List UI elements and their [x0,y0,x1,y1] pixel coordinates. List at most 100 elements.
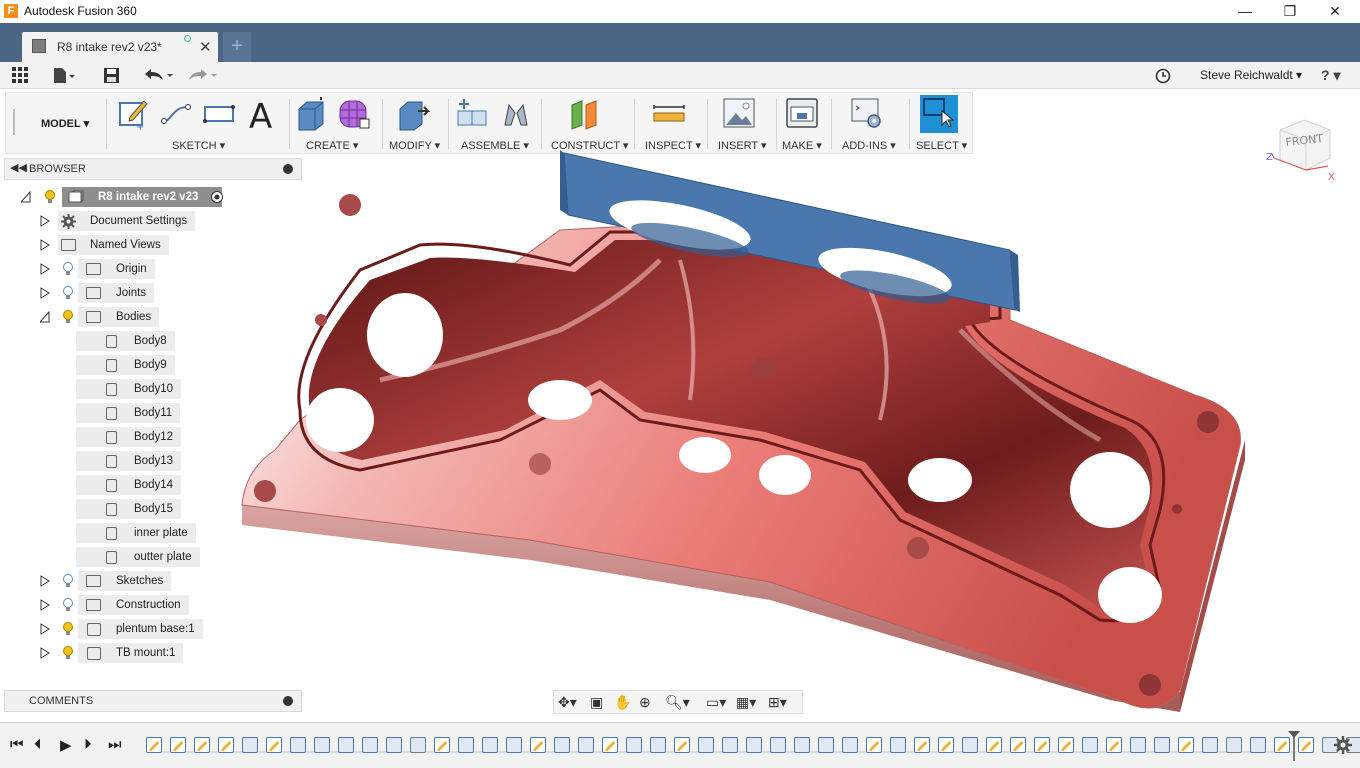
tree-item-body13[interactable]: Body13 [76,451,216,471]
display-settings-icon[interactable]: ▭▾ [706,694,726,711]
timeline-extrude-feature-icon[interactable] [1202,737,1218,753]
3d-print-icon[interactable] [785,97,819,131]
data-panel-grid-icon[interactable] [12,67,29,84]
activate-radio-icon[interactable] [210,190,224,204]
measure-icon[interactable] [652,97,686,131]
tree-item-document-settings[interactable]: Document Settings [38,211,198,231]
timeline-joint-feature-icon[interactable] [1226,737,1242,753]
timeline-extrude-feature-icon[interactable] [722,737,738,753]
tree-item-construction[interactable]: Construction [38,595,198,615]
timeline-box-feature-icon[interactable] [1154,737,1170,753]
scripts-add-ins-icon[interactable] [850,97,884,131]
text-icon[interactable]: A [246,97,280,131]
tree-item-body10[interactable]: Body10 [76,379,216,399]
browser-minimize-icon[interactable] [283,164,293,174]
user-account-menu[interactable]: Steve Reichwaldt ▾ [1200,68,1302,82]
timeline-extrude-feature-icon[interactable] [242,737,258,753]
timeline-shell-feature-icon[interactable] [386,737,402,753]
tree-item-sketches[interactable]: Sketches [38,571,198,591]
create-sketch-icon[interactable]: + [116,97,150,131]
timeline-extrude-feature-icon[interactable] [626,737,642,753]
rectangle-icon[interactable] [202,97,236,131]
timeline-sketch-feature-icon[interactable] [170,737,186,753]
timeline-marker-icon[interactable] [1288,731,1300,761]
timeline-sketch-feature-icon[interactable] [866,737,882,753]
orbit-icon[interactable]: ✥▾ [558,694,577,711]
visibility-bulb-icon[interactable] [63,262,73,276]
timeline-move-feature-icon[interactable] [458,737,474,753]
pan-hand-icon[interactable]: ✋ [614,694,631,711]
timeline-loft-feature-icon[interactable] [650,737,666,753]
timeline-sketch-feature-icon[interactable] [674,737,690,753]
minimize-button[interactable]: — [1222,2,1268,22]
timeline-sketch-feature-icon[interactable] [1298,737,1314,753]
model-viewport[interactable] [230,150,1260,720]
timeline-sweep-feature-icon[interactable] [794,737,810,753]
timeline-sketch-feature-icon[interactable] [218,737,234,753]
timeline-joint-feature-icon[interactable] [410,737,426,753]
tree-item-plentum-base[interactable]: plentum base:1 [38,619,218,639]
undo-icon[interactable] [143,68,175,83]
job-status-clock-icon[interactable] [1155,68,1171,84]
redo-icon[interactable] [187,68,219,83]
close-window-button[interactable]: ✕ [1312,2,1358,22]
press-pull-icon[interactable] [396,97,430,131]
timeline-extrude-feature-icon[interactable] [698,737,714,753]
timeline-loft-feature-icon[interactable] [578,737,594,753]
timeline-extrude-feature-icon[interactable] [1130,737,1146,753]
look-at-icon[interactable]: ▣ [590,694,603,711]
tree-item-bodies[interactable]: Bodies [38,307,198,327]
timeline-sketch-feature-icon[interactable] [266,737,282,753]
timeline-extrude-feature-icon[interactable] [842,737,858,753]
timeline-sketch-feature-icon[interactable] [146,737,162,753]
timeline-sketch-feature-icon[interactable] [914,737,930,753]
timeline-sketch-feature-icon[interactable] [1178,737,1194,753]
help-menu[interactable]: ? ▾ [1321,67,1340,84]
maximize-button[interactable]: ❐ [1267,2,1313,22]
tree-item-tb-mount[interactable]: TB mount:1 [38,643,198,663]
browser-collapse-icon[interactable]: ◀◀ [10,161,27,174]
visibility-bulb-icon[interactable] [63,574,73,588]
offset-plane-icon[interactable] [568,97,602,131]
tree-item-body15[interactable]: Body15 [76,499,216,519]
visibility-bulb-icon[interactable] [63,598,73,612]
expand-arrow-icon[interactable] [40,215,50,227]
timeline-sweep-feature-icon[interactable] [818,737,834,753]
timeline-extrude-feature-icon[interactable] [338,737,354,753]
tree-item-body11[interactable]: Body11 [76,403,216,423]
timeline-loft-feature-icon[interactable] [890,737,906,753]
form-icon[interactable] [336,97,370,131]
timeline-sketch-feature-icon[interactable] [1058,737,1074,753]
timeline-loft-feature-icon[interactable] [554,737,570,753]
add-comment-icon[interactable] [283,696,293,706]
visibility-bulb-icon[interactable] [63,310,73,324]
tree-item-origin[interactable]: Origin [38,259,198,279]
timeline-sketch-feature-icon[interactable] [1034,737,1050,753]
timeline-sketch-feature-icon[interactable] [938,737,954,753]
viewports-icon[interactable]: ⊞▾ [768,694,787,711]
expand-arrow-icon[interactable] [40,263,50,275]
expand-arrow-icon[interactable] [40,647,50,659]
zoom-icon[interactable]: ⊕ [639,694,651,711]
step-back-icon[interactable]: ⏴ [34,736,42,753]
timeline-sketch-feature-icon[interactable] [194,737,210,753]
timeline-sketch-feature-icon[interactable] [1010,737,1026,753]
timeline-sketch-feature-icon[interactable] [434,737,450,753]
play-icon[interactable]: ▶ [60,736,72,754]
workspace-switcher[interactable]: MODEL ▾ [41,117,89,130]
expand-arrow-icon[interactable] [40,287,50,299]
timeline-sketch-feature-icon[interactable] [1106,737,1122,753]
line-icon[interactable] [159,97,193,131]
go-to-end-icon[interactable]: ⏭ [108,736,122,753]
sketch-menu[interactable]: SKETCH ▾ [172,139,225,152]
tree-item-outter-plate[interactable]: outter plate [76,547,216,567]
select-icon[interactable] [920,95,958,133]
extrude-icon[interactable] [294,97,328,131]
timeline-loft-feature-icon[interactable] [506,737,522,753]
timeline-extrude-feature-icon[interactable] [362,737,378,753]
expand-arrow-icon[interactable] [40,575,50,587]
document-tab[interactable]: R8 intake rev2 v23* ✕ [22,32,218,62]
joint-icon[interactable] [499,97,533,131]
visibility-bulb-icon[interactable] [63,646,73,660]
timeline-sketch-feature-icon[interactable] [530,737,546,753]
